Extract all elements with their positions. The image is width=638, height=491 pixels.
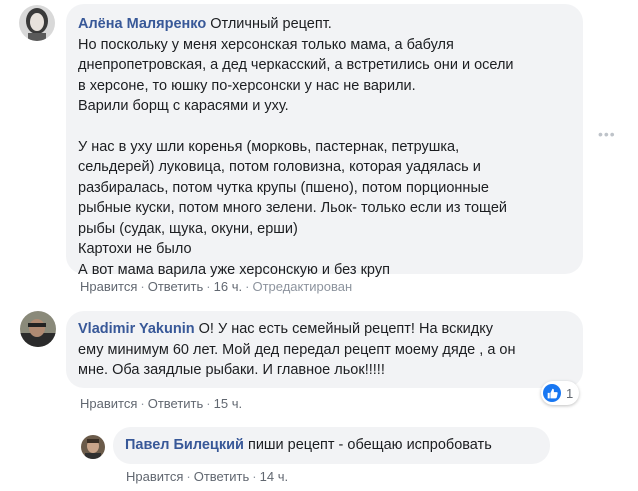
author-name[interactable]: Алёна Маляренко — [78, 16, 206, 32]
reply-link[interactable]: Ответить — [148, 396, 204, 411]
comment-bubble-alena: Алёна Маляренко Отличный рецепт. Но поск… — [66, 4, 583, 278]
timestamp[interactable]: 15 ч. — [214, 396, 242, 411]
comment-text-line: Картохи не было — [78, 241, 192, 257]
comment-text-line: А вот мама варила уже херсонскую и без к… — [78, 261, 390, 278]
more-dots-icon[interactable]: ••• — [598, 127, 615, 141]
comment-first-line: Vladimir Yakunin О! У нас есть семейный … — [78, 319, 571, 340]
edited-label: Отредактирован — [252, 279, 353, 294]
reaction-count: 1 — [566, 385, 574, 401]
comment-text-line: в херсоне, то юшку по-херсонски у нас не… — [78, 77, 416, 94]
like-link[interactable]: Нравится — [80, 279, 137, 294]
like-link[interactable]: Нравится — [126, 469, 183, 484]
timestamp[interactable]: 14 ч. — [260, 469, 288, 484]
separator: · — [206, 279, 211, 294]
reply-link[interactable]: Ответить — [148, 279, 204, 294]
comment-text-line: У нас в уху шли коренья (морковь, пастер… — [78, 138, 460, 155]
comment-text-line: разбиралась, потом чутка крупы (пшено), … — [78, 179, 489, 196]
author-name[interactable]: Vladimir Yakunin — [78, 321, 195, 337]
comment-text-line: рыбы (судак, щука, окуни, ерши) — [78, 220, 298, 237]
comment-text-line: мне. Оба заядлые рыбаки. И главное льок!… — [78, 362, 385, 378]
author-name[interactable]: Павел Билецкий — [125, 437, 244, 453]
comment-text-line: ему минимум 60 лет. Мой дед передал реце… — [78, 341, 516, 358]
comment-bubble-vladimir: Vladimir Yakunin О! У нас есть семейный … — [66, 311, 583, 388]
reply-bubble-pavel: Павел Билецкий пиши рецепт - обещаю испр… — [113, 427, 550, 464]
comment-text-line: днепропетровская, а дед черкасский, а вс… — [78, 57, 514, 73]
separator: · — [252, 469, 257, 484]
comment-text-line: Варили борщ с карасями и уху. — [78, 98, 289, 114]
reply-link[interactable]: Ответить — [194, 469, 250, 484]
separator: · — [245, 279, 250, 294]
comment-text-line: рыбные куски, потом много зелени. Льок- … — [78, 200, 507, 216]
avatar-pavel[interactable] — [81, 435, 105, 459]
comment-first-line: Алёна Маляренко Отличный рецепт. — [78, 14, 571, 35]
separator: · — [186, 469, 191, 484]
comment-text-line: О! У нас есть семейный рецепт! На вскидк… — [198, 321, 493, 337]
comment-text-line: Но поскольку у меня херсонская только ма… — [78, 36, 454, 53]
comment-text-line: сельдерей) луковица, потом головизна, ко… — [78, 159, 481, 175]
comment-text-line: Отличный рецепт. — [210, 16, 332, 32]
avatar-alena[interactable] — [19, 5, 55, 41]
reaction-summary[interactable]: 1 — [541, 381, 580, 405]
separator: · — [206, 396, 211, 411]
timestamp[interactable]: 16 ч. — [214, 279, 242, 294]
comment-actions: Нравится · Ответить · 15 ч. — [80, 396, 242, 412]
like-link[interactable]: Нравится — [80, 396, 137, 411]
comment-actions: Нравится · Ответить · 16 ч. · Отредактирован — [80, 279, 352, 295]
separator: · — [140, 279, 145, 294]
avatar-vladimir[interactable] — [20, 311, 56, 347]
comment-actions: Нравится · Ответить · 14 ч. — [126, 469, 288, 485]
separator: · — [140, 396, 145, 411]
comment-first-line: Павел Билецкий пиши рецепт - обещаю испр… — [125, 435, 538, 456]
comment-text-line: пиши рецепт - обещаю испробовать — [247, 437, 492, 453]
thumbs-up-icon — [543, 384, 561, 402]
